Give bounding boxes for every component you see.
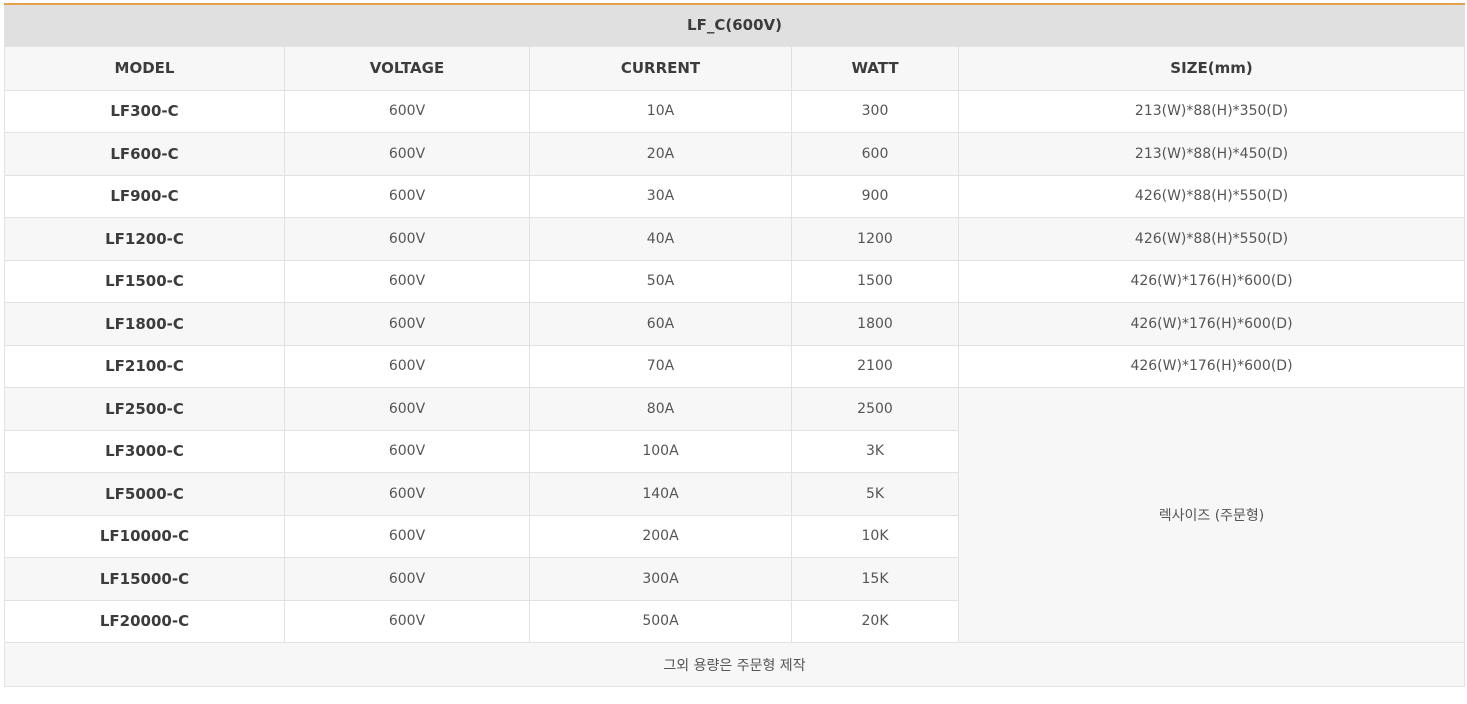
cell-model: LF20000-C (4, 599, 285, 643)
table-title-row: LF_C(600V) (3, 4, 1466, 47)
cell-voltage: 600V (284, 132, 530, 176)
cell-voltage: 600V (284, 599, 530, 643)
cell-model: LF2100-C (4, 344, 285, 388)
cell-size: 426(W)*176(H)*600(D) (957, 259, 1466, 303)
table-row: LF1500-C 600V 50A 1500 426(W)*176(H)*600(D) (4, 259, 1466, 303)
table-row: LF900-C 600V 30A 900 426(W)*88(H)*550(D) (4, 174, 1466, 218)
table-header-row: MODEL VOLTAGE CURRENT WATT SIZE(mm) (4, 45, 1466, 91)
cell-watt: 300 (791, 89, 959, 133)
spec-table-container: LF_C(600V) MODEL VOLTAGE CURRENT WATT SI… (3, 3, 1466, 687)
cell-voltage: 600V (284, 344, 530, 388)
cell-current: 30A (529, 174, 792, 218)
table-body: LF300-C 600V 10A 300 213(W)*88(H)*350(D) LF60… (4, 89, 1466, 643)
cell-current: 300A (529, 557, 792, 601)
table-row: LF1200-C 600V 40A 1200 426(W)*88(H)*550(D) (4, 217, 1466, 261)
cell-current: 40A (529, 217, 792, 261)
cell-voltage: 600V (284, 557, 530, 601)
cell-watt: 900 (791, 174, 959, 218)
table-row: LF600-C 600V 20A 600 213(W)*88(H)*450(D) (4, 132, 1466, 176)
spec-table: LF_C(600V) MODEL VOLTAGE CURRENT WATT SI… (3, 3, 1466, 687)
cell-size: 426(W)*88(H)*550(D) (957, 174, 1466, 218)
cell-size: 426(W)*176(H)*600(D) (957, 344, 1466, 388)
cell-current: 70A (529, 344, 792, 388)
cell-watt: 10K (791, 514, 959, 558)
cell-current: 500A (529, 599, 792, 643)
cell-current: 140A (529, 472, 792, 516)
cell-voltage: 600V (284, 387, 530, 431)
cell-watt: 2100 (791, 344, 959, 388)
header-model: MODEL (4, 45, 285, 91)
cell-watt: 20K (791, 599, 959, 643)
header-watt: WATT (791, 45, 959, 91)
cell-watt: 3K (791, 429, 959, 473)
cell-current: 80A (529, 387, 792, 431)
cell-model: LF900-C (4, 174, 285, 218)
table-row: LF2100-C 600V 70A 2100 426(W)*176(H)*600(D) (4, 344, 1466, 388)
cell-voltage: 600V (284, 89, 530, 133)
cell-model: LF1800-C (4, 302, 285, 346)
table-title: LF_C(600V) (3, 4, 1466, 47)
table-row: LF300-C 600V 10A 300 213(W)*88(H)*350(D) (4, 89, 1466, 133)
cell-voltage: 600V (284, 514, 530, 558)
table-footer-note: 그외 용량은 주문형 제작 (3, 642, 1466, 687)
cell-model: LF1200-C (4, 217, 285, 261)
cell-model: LF3000-C (4, 429, 285, 473)
cell-current: 20A (529, 132, 792, 176)
cell-watt: 1200 (791, 217, 959, 261)
cell-voltage: 600V (284, 174, 530, 218)
cell-model: LF5000-C (4, 472, 285, 516)
cell-watt: 1800 (791, 302, 959, 346)
cell-watt: 15K (791, 557, 959, 601)
cell-model: LF2500-C (4, 387, 285, 431)
header-size: SIZE(mm) (957, 45, 1466, 91)
cell-watt: 2500 (791, 387, 959, 431)
cell-current: 10A (529, 89, 792, 133)
cell-current: 50A (529, 259, 792, 303)
table-footer-row: 그외 용량은 주문형 제작 (3, 642, 1466, 687)
cell-size-merged: 렉사이즈 (주문형) (957, 387, 1466, 643)
cell-watt: 600 (791, 132, 959, 176)
cell-current: 100A (529, 429, 792, 473)
cell-model: LF10000-C (4, 514, 285, 558)
cell-size: 426(W)*88(H)*550(D) (957, 217, 1466, 261)
table-row: LF1800-C 600V 60A 1800 426(W)*176(H)*600(D) (4, 302, 1466, 346)
cell-watt: 5K (791, 472, 959, 516)
cell-size: 213(W)*88(H)*450(D) (957, 132, 1466, 176)
header-current: CURRENT (529, 45, 792, 91)
cell-model: LF300-C (4, 89, 285, 133)
cell-voltage: 600V (284, 302, 530, 346)
cell-current: 60A (529, 302, 792, 346)
table-row: LF2500-C 600V 80A 2500 렉사이즈 (주문형) (4, 387, 1466, 643)
cell-voltage: 600V (284, 259, 530, 303)
cell-model: LF600-C (4, 132, 285, 176)
cell-voltage: 600V (284, 429, 530, 473)
cell-model: LF1500-C (4, 259, 285, 303)
cell-voltage: 600V (284, 217, 530, 261)
cell-model: LF15000-C (4, 557, 285, 601)
cell-size: 213(W)*88(H)*350(D) (957, 89, 1466, 133)
cell-watt: 1500 (791, 259, 959, 303)
header-voltage: VOLTAGE (284, 45, 530, 91)
cell-size: 426(W)*176(H)*600(D) (957, 302, 1466, 346)
cell-voltage: 600V (284, 472, 530, 516)
cell-current: 200A (529, 514, 792, 558)
